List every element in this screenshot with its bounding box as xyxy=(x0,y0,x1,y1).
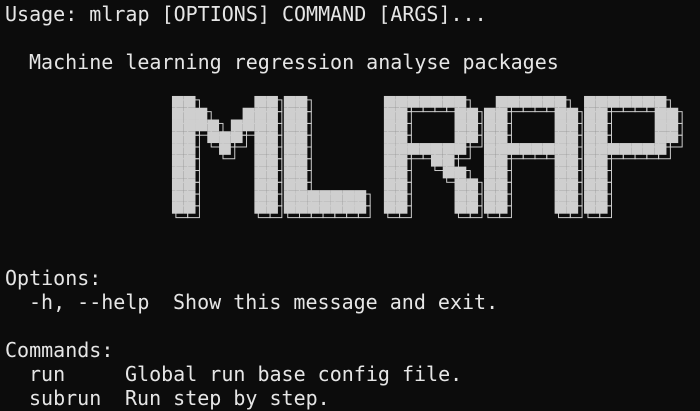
app-description: Machine learning regression analyse pack… xyxy=(29,50,559,74)
banner-letter-p-4 xyxy=(584,95,683,219)
banner-letter-a-3 xyxy=(483,95,583,219)
commands-heading: Commands: xyxy=(5,338,114,362)
command-subrun-name: subrun xyxy=(29,386,102,410)
options-heading: Options: xyxy=(5,266,102,290)
banner-letter-m-0 xyxy=(171,95,283,219)
banner-letter-l-1 xyxy=(283,95,371,219)
terminal-window[interactable]: Usage: mlrap [OPTIONS] COMMAND [ARGS]...… xyxy=(0,0,700,411)
mlrap-banner-art xyxy=(171,95,683,219)
option-help-description: Show this message and exit. xyxy=(173,290,499,314)
command-run-name: run xyxy=(29,362,66,386)
usage-line: Usage: mlrap [OPTIONS] COMMAND [ARGS]... xyxy=(5,2,487,26)
ascii-banner-logo xyxy=(170,94,690,236)
option-help-flag: -h, --help xyxy=(29,290,150,314)
banner-letter-r-2 xyxy=(383,95,483,219)
command-run-description: Global run base config file. xyxy=(125,362,463,386)
command-subrun-description: Run step by step. xyxy=(125,386,330,410)
